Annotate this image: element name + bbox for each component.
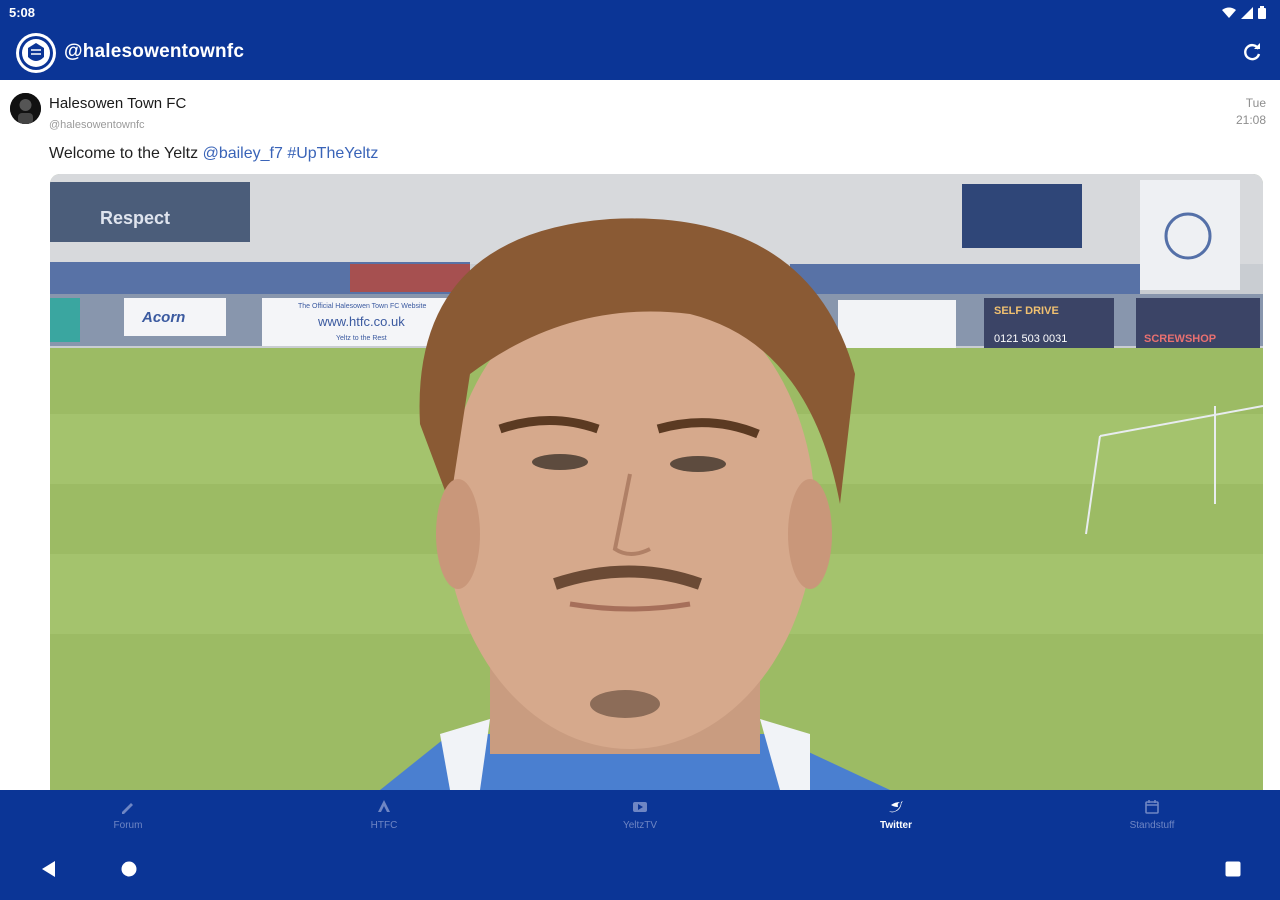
wifi-icon — [1222, 7, 1236, 18]
tweet-mention-link[interactable]: @bailey_f7 — [203, 145, 283, 162]
official-sign: The Official Halesowen Town FC Website — [298, 303, 426, 310]
screwfix-sign: SCREWSHOP — [1144, 333, 1216, 345]
nav-item-htfc[interactable]: HTFC — [314, 796, 454, 842]
tweet-date-day: Tue — [1245, 96, 1266, 110]
bottom-navigation: Forum HTFC YeltzTV Twitter Standstuff — [0, 790, 1280, 900]
slogan-sign: Yeltz to the Rest — [336, 335, 387, 342]
back-icon[interactable] — [39, 860, 57, 878]
nav-item-twitter[interactable]: Twitter — [826, 796, 966, 842]
club-crest-icon — [16, 33, 56, 73]
nav-item-standstuff[interactable]: Standstuff — [1082, 796, 1222, 842]
tweet-text-body: Welcome to the Yeltz — [49, 145, 203, 162]
signal-icon — [1241, 6, 1253, 19]
nav-label-twitter: Twitter — [879, 820, 913, 831]
recents-icon[interactable] — [1224, 860, 1242, 878]
acorn-sign: Acorn — [141, 309, 185, 326]
nav-label-forum: Forum — [113, 820, 143, 831]
tweet-hashtag-link[interactable]: #UpTheYeltz — [287, 145, 378, 162]
nav-label-standstuff: Standstuff — [1129, 820, 1175, 831]
tweet-text: Welcome to the Yeltz @bailey_f7 #UpTheYe… — [49, 145, 378, 163]
calendar-icon — [1145, 800, 1159, 814]
home-icon[interactable] — [120, 860, 138, 878]
respect-sign: Respect — [100, 208, 170, 228]
battery-icon — [1258, 6, 1266, 19]
club-icon — [378, 800, 390, 812]
status-bar: 5:08 — [0, 0, 1280, 26]
website-sign: www.htfc.co.uk — [317, 314, 405, 329]
tweet-handle: @halesowentownfc — [49, 119, 145, 131]
video-icon — [633, 802, 647, 812]
refresh-icon[interactable] — [1240, 41, 1264, 65]
tweet-date-time: 21:08 — [1235, 113, 1266, 127]
tweet-card[interactable]: Halesowen Town FC @halesowentownfc Tue 2… — [0, 80, 1280, 790]
forum-icon — [122, 803, 133, 814]
page-title: @halesowentownfc — [64, 41, 245, 62]
twitter-icon — [889, 801, 903, 813]
status-time: 5:08 — [9, 5, 36, 20]
nav-item-yeltztv[interactable]: YeltzTV — [570, 796, 710, 842]
nav-label-htfc: HTFC — [370, 820, 398, 831]
self-drive-sign: SELF DRIVE — [994, 305, 1059, 317]
status-icons — [1222, 6, 1266, 19]
avatar[interactable] — [10, 93, 41, 124]
tweet-author[interactable]: Halesowen Town FC — [49, 95, 186, 112]
nav-label-yeltztv: YeltzTV — [622, 820, 658, 831]
phone-sign: 0121 503 0031 — [994, 333, 1067, 345]
app-bar: @halesowentownfc — [0, 26, 1280, 80]
tweet-date: Tue 21:08 — [1236, 95, 1266, 129]
avatar-image — [10, 93, 41, 124]
tweet-media-image[interactable]: Respect Acorn The Official Halesowen Tow… — [50, 174, 1263, 790]
player-photo: Respect Acorn The Official Halesowen Tow… — [50, 174, 1263, 790]
nav-item-forum[interactable]: Forum — [58, 796, 198, 842]
